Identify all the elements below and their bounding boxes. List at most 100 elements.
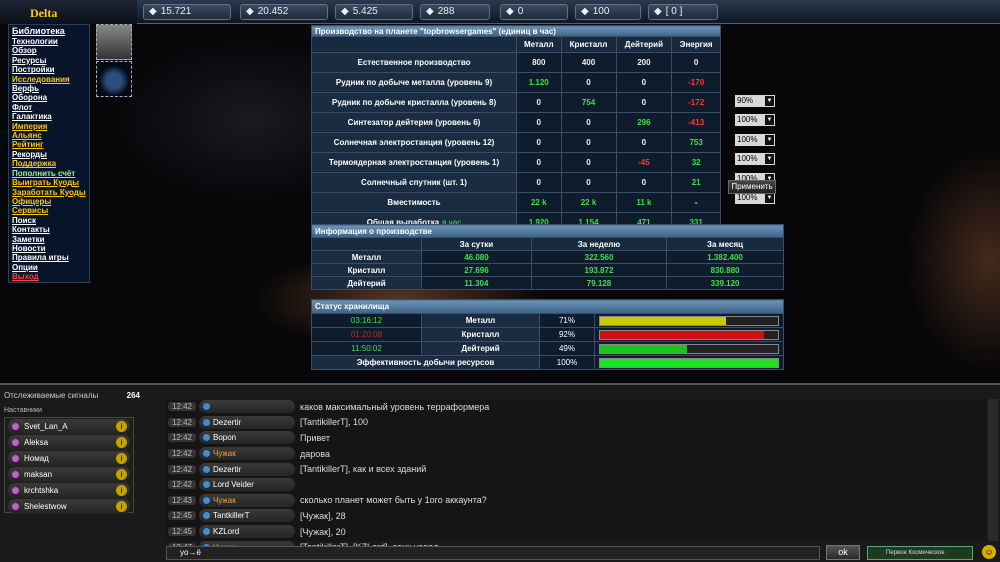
message-nick[interactable]: Dezertir	[199, 415, 295, 429]
storage-bar-cell	[594, 341, 784, 356]
apply-button[interactable]: Применить	[728, 180, 776, 194]
mentor-item[interactable]: Aleksa i	[8, 435, 130, 450]
message-nick[interactable]: TantkillerT	[199, 509, 295, 523]
row-label: Рудник по добыче кристалла (уровень 8)	[311, 92, 517, 113]
logo[interactable]: Delta	[0, 0, 137, 24]
chevron-down-icon: ▼	[765, 193, 774, 203]
storage-percent: 92%	[539, 327, 595, 342]
sidebar-item-0[interactable]: Библиотека	[9, 25, 89, 37]
info-icon[interactable]: i	[116, 453, 127, 464]
chat-message: 12:45KZLordi[Чужак], 20	[166, 524, 986, 540]
sidebar-item-16[interactable]: Выиграть Куоды	[9, 178, 89, 187]
sidebar-item-5[interactable]: Исследования	[9, 75, 89, 84]
sidebar-item-26[interactable]: Выход	[9, 272, 89, 281]
sidebar-item-1[interactable]: Технологии	[9, 37, 89, 46]
message-nick[interactable]: Bopon	[199, 431, 295, 445]
row-label-text: Термоядерная электростанция (уровень 1)	[328, 158, 500, 167]
row-label: Кристалл	[311, 263, 422, 277]
production-percent-select[interactable]: 100% ▼	[735, 133, 775, 146]
chat-message: 12:42Чужакiдарова	[166, 446, 986, 462]
sidebar-item-10[interactable]: Империя	[9, 122, 89, 131]
chat-message: 12:42Lord Veideri	[166, 477, 986, 493]
sidebar-item-8[interactable]: Флот	[9, 103, 89, 112]
cell-value: 0	[560, 132, 617, 153]
send-button[interactable]: ok	[826, 545, 860, 560]
resource-value: 100	[592, 6, 610, 17]
cell-value: 200	[615, 52, 673, 73]
resource-deuterium: ◆ 5.425	[335, 4, 413, 20]
message-nick[interactable]: Чужак	[199, 493, 295, 507]
deuterium-icon: ◆	[341, 6, 349, 17]
production-percent-select[interactable]: 90% ▼	[735, 94, 775, 107]
message-nick[interactable]: Lord Veider	[199, 478, 295, 492]
row-label: Дейтерий	[311, 276, 422, 290]
message-nick[interactable]: Dezertir	[199, 462, 295, 476]
cell-value: 21	[671, 172, 721, 193]
production-percent-select[interactable]: 100% ▼	[735, 153, 775, 165]
sidebar-item-13[interactable]: Рекорды	[9, 150, 89, 159]
sidebar-item-15[interactable]: Пополнить счёт	[9, 169, 89, 178]
chat-scrollbar[interactable]	[988, 399, 998, 541]
metal-icon: ◆	[149, 6, 157, 17]
efficiency-percent: 100%	[539, 355, 595, 370]
mentors-label: Наставники	[4, 407, 42, 414]
message-nick[interactable]	[199, 400, 295, 414]
efficiency-bar-cell	[594, 355, 784, 370]
sidebar-item-11[interactable]: Альянс	[9, 131, 89, 140]
sidebar-item-23[interactable]: Новости	[9, 244, 89, 253]
planet-thumbnail[interactable]	[96, 61, 132, 97]
cell-value: 0	[671, 52, 721, 73]
sidebar-item-12[interactable]: Рейтинг	[9, 140, 89, 149]
production-percent-select[interactable]: 100% ▼	[735, 114, 775, 126]
message-nick[interactable]: Чужак	[199, 447, 295, 461]
sidebar-item-18[interactable]: Офицеры	[9, 197, 89, 206]
sidebar-item-4[interactable]: Постройки	[9, 65, 89, 74]
storage-row: 11:50:02 Дейтерий 49%	[311, 341, 784, 356]
info-icon[interactable]: i	[116, 469, 127, 480]
info-icon[interactable]: i	[116, 421, 127, 432]
sidebar-item-19[interactable]: Сервисы	[9, 206, 89, 215]
info-icon[interactable]: i	[116, 437, 127, 448]
sidebar-item-21[interactable]: Контакты	[9, 225, 89, 234]
sidebar-item-17[interactable]: Заработать Куоды	[9, 188, 89, 197]
sidebar: Библиотека Технологии Обзор Ресурсы Постройк…	[8, 24, 90, 283]
resource-metal: ◆ 15.721	[143, 4, 231, 20]
message-text: сколько планет может быть у 1ого аккаунт…	[300, 495, 487, 506]
sidebar-item-9[interactable]: Галактика	[9, 112, 89, 121]
sidebar-item-2[interactable]: Обзор	[9, 46, 89, 55]
sidebar-item-7[interactable]: Оборона	[9, 93, 89, 102]
cell-value: 46.080	[421, 250, 532, 264]
chat-message: 12:42Dezertiri[TantikillerT], 100	[166, 415, 986, 431]
sidebar-item-22[interactable]: Заметки	[9, 235, 89, 244]
mentor-item[interactable]: krchtshka i	[8, 483, 130, 498]
message-nick[interactable]: KZLord	[199, 525, 295, 539]
mentor-name: Svet_Lan_A	[24, 422, 68, 431]
channel-selector[interactable]: Первое Космическое	[867, 546, 973, 560]
sidebar-item-25[interactable]: Опции	[9, 263, 89, 272]
cell-value: -413	[671, 112, 721, 133]
column-header	[311, 237, 422, 251]
smile-icon[interactable]: ☺	[982, 545, 996, 559]
chat-input[interactable]	[166, 546, 820, 560]
storage-timer: 01:20:08	[311, 327, 422, 342]
avatar[interactable]	[96, 24, 132, 60]
info-icon[interactable]: i	[116, 485, 127, 496]
signals-header: Отслеживаемые сигналы 264	[4, 391, 140, 400]
sidebar-item-3[interactable]: Ресурсы	[9, 56, 89, 65]
column-header	[311, 36, 517, 53]
mentor-item[interactable]: maksan i	[8, 467, 130, 482]
input-prefix[interactable]: yo→ё	[180, 547, 210, 559]
sidebar-item-14[interactable]: Поддержка	[9, 159, 89, 168]
info-icon[interactable]: i	[116, 501, 127, 512]
sidebar-item-20[interactable]: Поиск	[9, 216, 89, 225]
mentor-item[interactable]: Shelestwow i	[8, 499, 130, 514]
resource-value: 288	[437, 6, 455, 17]
sidebar-item-24[interactable]: Правила игры	[9, 253, 89, 262]
resource-value: 15.721	[160, 6, 192, 17]
mentor-item[interactable]: Svet_Lan_A i	[8, 419, 130, 434]
message-time: 12:45	[168, 511, 196, 521]
mentor-item[interactable]: Номад i	[8, 451, 130, 466]
column-header: Дейтерий	[615, 36, 673, 53]
cell-value: 0	[615, 92, 673, 113]
sidebar-item-6[interactable]: Верфь	[9, 84, 89, 93]
